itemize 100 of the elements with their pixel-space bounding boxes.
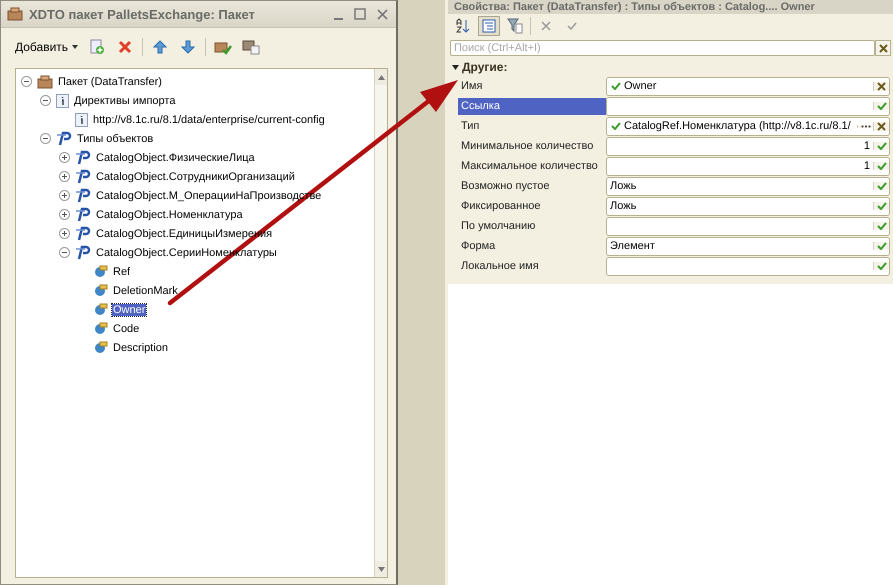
tree-item[interactable]: http://v8.1c.ru/8.1/data/enterprise/current-config <box>92 114 326 126</box>
collapse-toggle[interactable] <box>58 246 71 259</box>
p-letter-icon <box>75 226 91 241</box>
plus-icon <box>59 171 70 182</box>
collapse-toggle[interactable] <box>39 132 52 145</box>
plus-icon <box>59 190 70 201</box>
expand-toggle[interactable] <box>58 170 71 183</box>
select-field[interactable]: Ложь <box>606 176 890 196</box>
select-field[interactable] <box>606 216 890 236</box>
property-icon <box>94 322 108 335</box>
tree-item[interactable]: Owner <box>112 304 146 316</box>
confirm-button[interactable] <box>873 142 889 150</box>
minus-icon <box>40 95 51 106</box>
plus-icon <box>59 228 70 239</box>
info-icon <box>75 112 88 126</box>
scrollbar[interactable] <box>374 69 387 577</box>
property-label[interactable]: Максимальное количество <box>458 158 606 174</box>
confirm-button[interactable] <box>873 262 889 270</box>
choose-button[interactable] <box>857 124 873 128</box>
tree-item[interactable]: Code <box>112 322 140 334</box>
arrow-up-icon <box>153 40 168 54</box>
p-letter-icon <box>75 245 91 260</box>
tree-item[interactable]: CatalogObject.Номенклатура <box>95 208 244 220</box>
confirm-button[interactable] <box>873 182 889 190</box>
search-field[interactable]: Поиск (Ctrl+Alt+I) <box>450 40 875 56</box>
minus-icon <box>59 247 70 258</box>
check-icon <box>876 182 886 190</box>
confirm-button[interactable] <box>873 162 889 170</box>
property-icon <box>94 265 108 278</box>
tree-item[interactable]: CatalogObject.ФизическиеЛица <box>95 152 256 164</box>
confirm-button[interactable] <box>873 202 889 210</box>
group-header[interactable]: Другие: <box>448 58 893 76</box>
property-label[interactable]: Возможно пустое <box>458 178 606 194</box>
property-label[interactable]: По умолчанию <box>458 218 606 234</box>
minus-icon <box>21 76 32 87</box>
check-icon <box>876 202 886 210</box>
property-label[interactable]: Имя <box>458 78 606 94</box>
expand-toggle[interactable] <box>58 227 71 240</box>
filter-icon <box>507 18 523 34</box>
caret-down-icon <box>452 64 459 70</box>
check-icon <box>876 262 886 270</box>
collapse-toggle[interactable] <box>39 94 52 107</box>
p-letter-icon <box>75 150 91 165</box>
tree-item[interactable]: Типы объектов <box>76 132 154 144</box>
property-label[interactable]: Локальное имя <box>458 258 606 274</box>
plus-icon <box>59 209 70 220</box>
ellipsis-icon <box>860 124 870 128</box>
confirm-button[interactable] <box>873 242 889 250</box>
name-field[interactable]: Owner <box>606 76 890 96</box>
property-label[interactable]: Ссылка <box>458 98 606 114</box>
expand-toggle[interactable] <box>58 189 71 202</box>
number-field[interactable]: 1 <box>606 156 890 176</box>
plus-icon <box>59 152 70 163</box>
check-icon <box>876 162 886 170</box>
tree-item[interactable]: Пакет (DataTransfer) <box>57 76 163 88</box>
select-field[interactable] <box>606 256 890 276</box>
property-label[interactable]: Форма <box>458 238 606 254</box>
property-label[interactable]: Тип <box>458 118 606 134</box>
arrow-down-icon <box>181 40 196 54</box>
add-button[interactable]: Добавить <box>13 38 80 56</box>
maximize-button[interactable] <box>352 6 368 22</box>
select-field[interactable] <box>606 96 890 116</box>
tree-item[interactable]: CatalogObject.СотрудникиОрганизаций <box>95 170 296 182</box>
property-icon <box>94 303 108 316</box>
caret-icon <box>72 45 78 49</box>
type-field[interactable]: CatalogRef.Номенклатура (http://v8.1c.ru/8.1/ <box>606 116 890 136</box>
property-label[interactable]: Фиксированное <box>458 198 606 214</box>
expand-toggle[interactable] <box>58 151 71 164</box>
close-icon <box>877 82 886 90</box>
close-icon <box>877 122 886 130</box>
group-button[interactable] <box>478 16 500 36</box>
tree-item[interactable]: Description <box>112 342 170 354</box>
check-icon <box>876 142 886 150</box>
boxes-icon <box>7 7 23 21</box>
maximize-icon <box>354 8 366 20</box>
boxes-document-icon <box>242 39 260 55</box>
clear-button[interactable] <box>873 122 889 130</box>
delete-icon <box>118 40 132 54</box>
window-title: XDTO пакет PalletsExchange: Пакет <box>29 6 256 22</box>
check-icon <box>876 102 886 110</box>
number-field[interactable]: 1 <box>606 136 890 156</box>
select-field[interactable]: Ложь <box>606 196 890 216</box>
list-icon <box>482 19 496 33</box>
close-icon <box>376 8 388 20</box>
confirm-button[interactable] <box>873 222 889 230</box>
tree-item[interactable]: DeletionMark <box>112 284 179 296</box>
tree-item[interactable]: Ref <box>112 266 132 278</box>
clear-search-button[interactable] <box>875 40 891 56</box>
expand-toggle[interactable] <box>58 208 71 221</box>
boxes-icon <box>37 74 53 88</box>
confirm-button[interactable] <box>873 102 889 110</box>
clear-button[interactable] <box>873 82 889 90</box>
select-field[interactable]: Элемент <box>606 236 890 256</box>
check-icon <box>876 242 886 250</box>
scroll-up-icon <box>378 74 384 80</box>
info-icon <box>56 94 69 108</box>
property-label[interactable]: Минимальное количество <box>458 138 606 154</box>
check-icon <box>876 222 886 230</box>
tree-item[interactable]: Директивы импорта <box>73 94 176 106</box>
collapse-toggle[interactable] <box>20 75 33 88</box>
